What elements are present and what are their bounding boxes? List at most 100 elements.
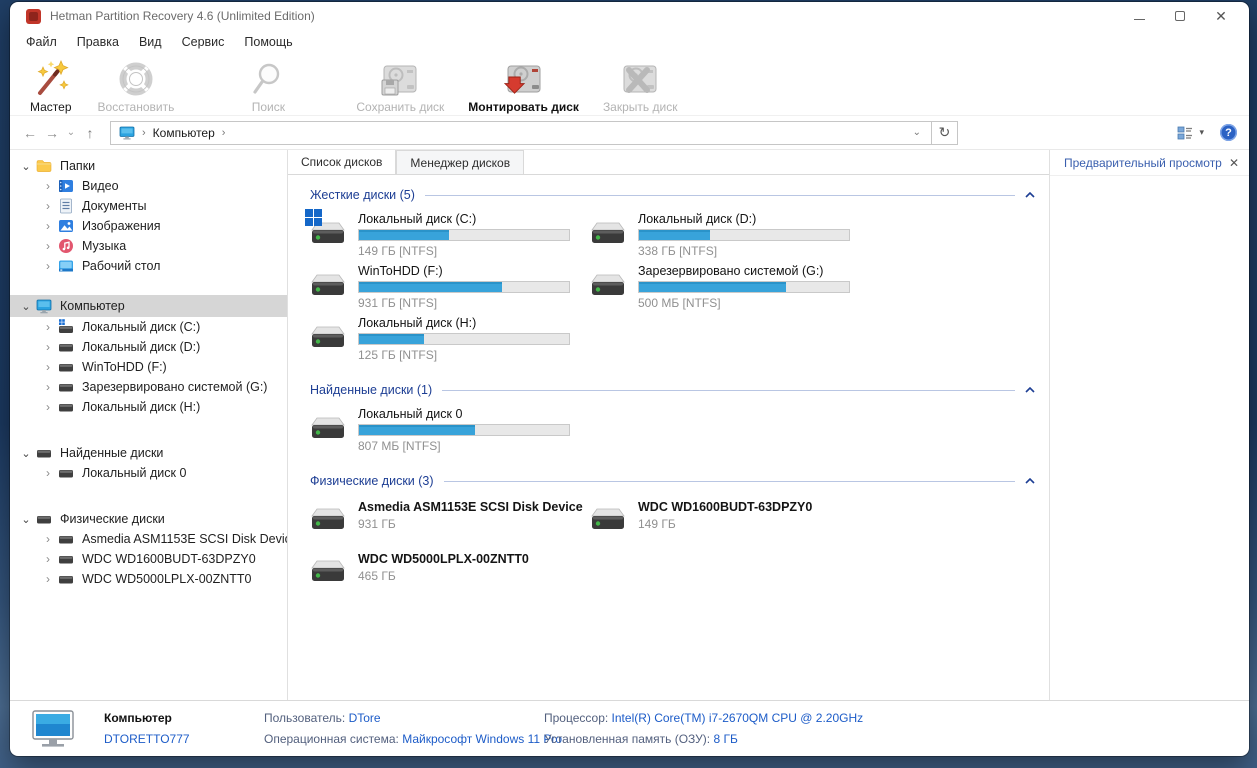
search-button[interactable]: Поиск — [240, 57, 296, 116]
collapse-chevron-icon[interactable] — [1025, 387, 1035, 393]
chevron-collapsed-icon[interactable]: › — [40, 239, 56, 253]
sidebar-item-music[interactable]: › Музыка — [10, 236, 287, 256]
disk-card-f[interactable]: WinToHDD (F:) 931 ГБ [NTFS] — [310, 264, 590, 309]
sidebar-item-desktop[interactable]: › Рабочий стол — [10, 256, 287, 276]
usage-bar — [638, 229, 850, 241]
help-icon[interactable]: ? — [1220, 124, 1237, 141]
disk-card-d[interactable]: Локальный диск (D:) 338 ГБ [NTFS] — [590, 212, 870, 257]
sidebar-label: Найденные диски — [60, 446, 163, 460]
chevron-expanded-icon[interactable]: ⌄ — [18, 447, 34, 460]
sidebar-section-folders[interactable]: ⌄ Папки — [10, 156, 287, 176]
chevron-expanded-icon[interactable]: ⌄ — [18, 300, 34, 313]
minimize-button[interactable] — [1134, 13, 1145, 20]
chevron-collapsed-icon[interactable]: › — [40, 360, 56, 374]
section-physical-disks: Физические диски (3) — [310, 473, 1035, 489]
chevron-collapsed-icon[interactable]: › — [40, 259, 56, 273]
menu-bar: Файл Правка Вид Сервис Помощь — [10, 30, 1249, 54]
tab-disk-manager[interactable]: Менеджер дисков — [396, 150, 524, 174]
disk-card-g[interactable]: Зарезервировано системой (G:) 500 МБ [NT… — [590, 264, 870, 309]
history-dropdown-icon[interactable]: ⌄ — [64, 122, 78, 144]
collapse-chevron-icon[interactable] — [1025, 478, 1035, 484]
hard-drive-icon — [58, 319, 74, 335]
sidebar-label: Физические диски — [60, 512, 165, 526]
sidebar-section-found-disks[interactable]: ⌄ Найденные диски — [10, 443, 287, 463]
chevron-expanded-icon[interactable]: ⌄ — [18, 513, 34, 526]
sidebar-item-pictures[interactable]: › Изображения — [10, 216, 287, 236]
chevron-collapsed-icon[interactable]: › — [40, 380, 56, 394]
computer-icon — [119, 126, 135, 140]
desktop-background: Hetman Partition Recovery 4.6 (Unlimited… — [0, 0, 1257, 768]
save-disk-button[interactable]: Сохранить диск — [348, 57, 452, 116]
chevron-collapsed-icon[interactable]: › — [40, 400, 56, 414]
chevron-collapsed-icon[interactable]: › — [40, 340, 56, 354]
refresh-button[interactable]: ↻ — [932, 121, 958, 145]
hard-drive-icon — [310, 212, 346, 257]
menu-file[interactable]: Файл — [16, 32, 67, 52]
hard-drive-icon — [36, 445, 52, 461]
app-icon — [26, 9, 41, 24]
disk-card-asmedia[interactable]: Asmedia ASM1153E SCSI Disk Device 931 ГБ — [310, 498, 590, 543]
disk-card-wd1600[interactable]: WDC WD1600BUDT-63DPZY0 149 ГБ — [590, 498, 870, 543]
recover-button[interactable]: Восстановить — [90, 57, 183, 116]
chevron-collapsed-icon[interactable]: › — [40, 552, 56, 566]
address-bar[interactable]: › Компьютер › ⌄ — [110, 121, 932, 145]
sidebar-item-disk-f[interactable]: › WinToHDD (F:) — [10, 357, 287, 377]
app-window: Hetman Partition Recovery 4.6 (Unlimited… — [10, 2, 1249, 756]
breadcrumb-computer[interactable]: Компьютер — [153, 126, 215, 140]
disk-card-wd5000[interactable]: WDC WD5000LPLX-00ZNTT0 465 ГБ — [310, 550, 590, 595]
sidebar-label: Рабочий стол — [82, 259, 160, 273]
sidebar-item-disk-c[interactable]: › Локальный диск (C:) — [10, 317, 287, 337]
disk-card-h[interactable]: Локальный диск (H:) 125 ГБ [NTFS] — [310, 316, 590, 361]
menu-service[interactable]: Сервис — [172, 32, 235, 52]
chevron-collapsed-icon[interactable]: › — [40, 532, 56, 546]
sidebar-tree: ⌄ Папки › Видео › Документы — [10, 150, 288, 700]
chevron-collapsed-icon[interactable]: › — [40, 466, 56, 480]
maximize-button[interactable] — [1175, 11, 1185, 21]
chevron-collapsed-icon[interactable]: › — [40, 219, 56, 233]
hard-drive-icon — [590, 498, 626, 543]
sidebar-item-physical-wd1600[interactable]: › WDC WD1600BUDT-63DPZY0 — [10, 549, 287, 569]
sidebar-item-disk-g[interactable]: › Зарезервировано системой (G:) — [10, 377, 287, 397]
sidebar-label: Музыка — [82, 239, 126, 253]
chevron-collapsed-icon[interactable]: › — [40, 199, 56, 213]
view-mode-dropdown-icon[interactable]: ▾ — [1199, 127, 1204, 138]
mount-disk-button[interactable]: Монтировать диск — [460, 57, 587, 116]
menu-help[interactable]: Помощь — [234, 32, 302, 52]
sidebar-item-disk-d[interactable]: › Локальный диск (D:) — [10, 337, 287, 357]
close-disk-button[interactable]: Закрыть диск — [595, 57, 686, 116]
sidebar-item-video[interactable]: › Видео — [10, 176, 287, 196]
menu-view[interactable]: Вид — [129, 32, 172, 52]
sidebar-item-physical-asmedia[interactable]: › Asmedia ASM1153E SCSI Disk Device — [10, 529, 287, 549]
usage-bar — [358, 333, 570, 345]
disk-card-c[interactable]: Локальный диск (C:) 149 ГБ [NTFS] — [310, 212, 590, 257]
sidebar-item-physical-wd5000[interactable]: › WDC WD5000LPLX-00ZNTT0 — [10, 569, 287, 589]
preview-close-icon[interactable]: ✕ — [1229, 156, 1239, 170]
chevron-collapsed-icon[interactable]: › — [40, 179, 56, 193]
forward-button[interactable]: → — [42, 122, 62, 144]
sidebar-item-documents[interactable]: › Документы — [10, 196, 287, 216]
address-dropdown-icon[interactable]: ⌄ — [909, 127, 925, 138]
chevron-collapsed-icon[interactable]: › — [40, 572, 56, 586]
sidebar-item-found-disk-0[interactable]: › Локальный диск 0 — [10, 463, 287, 483]
view-mode-icon[interactable] — [1177, 125, 1193, 141]
hard-drive-icon — [58, 531, 74, 547]
up-button[interactable]: ↑ — [80, 122, 100, 144]
wizard-button[interactable]: Мастер — [22, 57, 80, 116]
sidebar-item-disk-h[interactable]: › Локальный диск (H:) — [10, 397, 287, 417]
disk-card-found-0[interactable]: Локальный диск 0 807 МБ [NTFS] — [310, 407, 590, 452]
sidebar-section-physical-disks[interactable]: ⌄ Физические диски — [10, 509, 287, 529]
statusbar-cpu-label: Процессор: — [544, 711, 608, 725]
tab-disk-list[interactable]: Список дисков — [288, 150, 396, 174]
sidebar-section-computer[interactable]: ⌄ Компьютер — [10, 295, 287, 317]
back-button[interactable]: ← — [20, 122, 40, 144]
menu-edit[interactable]: Правка — [67, 32, 129, 52]
chevron-collapsed-icon[interactable]: › — [40, 320, 56, 334]
close-button[interactable]: ✕ — [1215, 10, 1227, 22]
desktop-icon — [58, 258, 74, 274]
sidebar-label: WinToHDD (F:) — [82, 360, 167, 374]
chevron-expanded-icon[interactable]: ⌄ — [18, 160, 34, 173]
navigation-bar: ← → ⌄ ↑ › Компьютер › ⌄ ↻ — [10, 116, 1249, 150]
folder-icon — [36, 158, 52, 174]
video-icon — [58, 178, 74, 194]
collapse-chevron-icon[interactable] — [1025, 192, 1035, 198]
